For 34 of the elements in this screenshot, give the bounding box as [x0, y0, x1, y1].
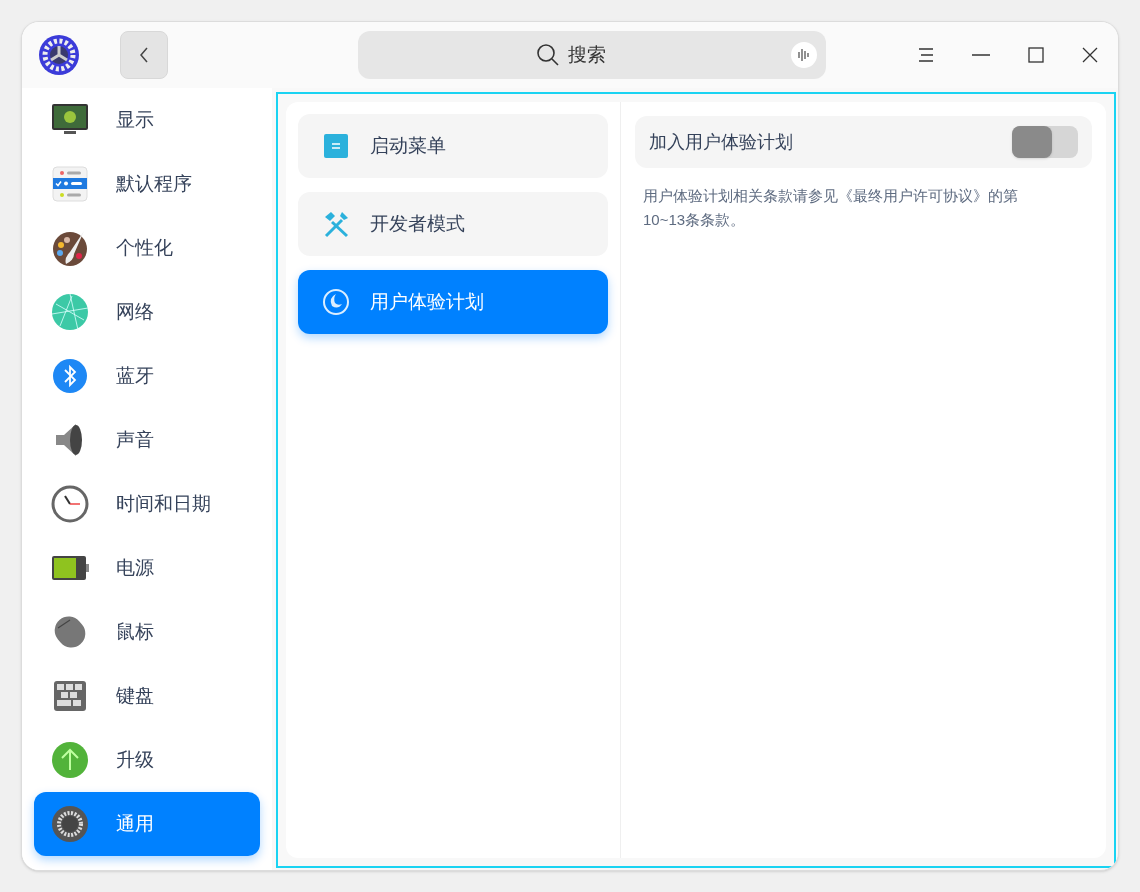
- menu-square-icon: [324, 134, 348, 158]
- submenu-item[interactable]: 开发者模式: [298, 192, 608, 256]
- sidebar-item[interactable]: 声音: [34, 408, 260, 472]
- app-gear-icon: [38, 34, 80, 76]
- checklist-icon: [50, 164, 90, 204]
- globe-icon: [50, 292, 90, 332]
- submenu-item[interactable]: 用户体验计划: [298, 270, 608, 334]
- search-field[interactable]: 搜索: [358, 31, 826, 79]
- clock-icon: [50, 484, 90, 524]
- sidebar-item[interactable]: 默认程序: [34, 152, 260, 216]
- sidebar-item[interactable]: 显示: [34, 88, 260, 152]
- sidebar-item[interactable]: 网络: [34, 280, 260, 344]
- search-input[interactable]: 搜索: [568, 40, 612, 70]
- chevron-left-icon: [138, 47, 150, 63]
- sidebar-item[interactable]: 电源: [34, 536, 260, 600]
- sidebar-item[interactable]: 蓝牙: [34, 344, 260, 408]
- terms-note: 用户体验计划相关条款请参见《最终用户许可协议》的第10~13条条款。: [642, 186, 1019, 230]
- bluetooth-icon: [50, 356, 90, 396]
- sidebar-item[interactable]: 键盘: [34, 664, 260, 728]
- submenu-item[interactable]: 启动菜单: [298, 114, 608, 178]
- sidebar-item[interactable]: 个性化: [34, 216, 260, 280]
- gear-icon: [50, 804, 90, 844]
- tools-icon: [322, 210, 350, 238]
- sidebar-item[interactable]: 鼠标: [34, 600, 260, 664]
- sidebar-item[interactable]: 时间和日期: [34, 472, 260, 536]
- setting-label: 加入用户体验计划: [649, 130, 793, 154]
- search-icon: [536, 43, 560, 67]
- sidebar-item[interactable]: 升级: [34, 728, 260, 792]
- menu-icon[interactable]: [918, 47, 934, 63]
- sidebar-item[interactable]: 通用: [34, 792, 260, 856]
- voice-input-icon: [790, 41, 818, 69]
- maximize-icon[interactable]: [1028, 47, 1044, 63]
- toggle-switch[interactable]: [1012, 126, 1078, 158]
- close-icon[interactable]: [1082, 47, 1098, 63]
